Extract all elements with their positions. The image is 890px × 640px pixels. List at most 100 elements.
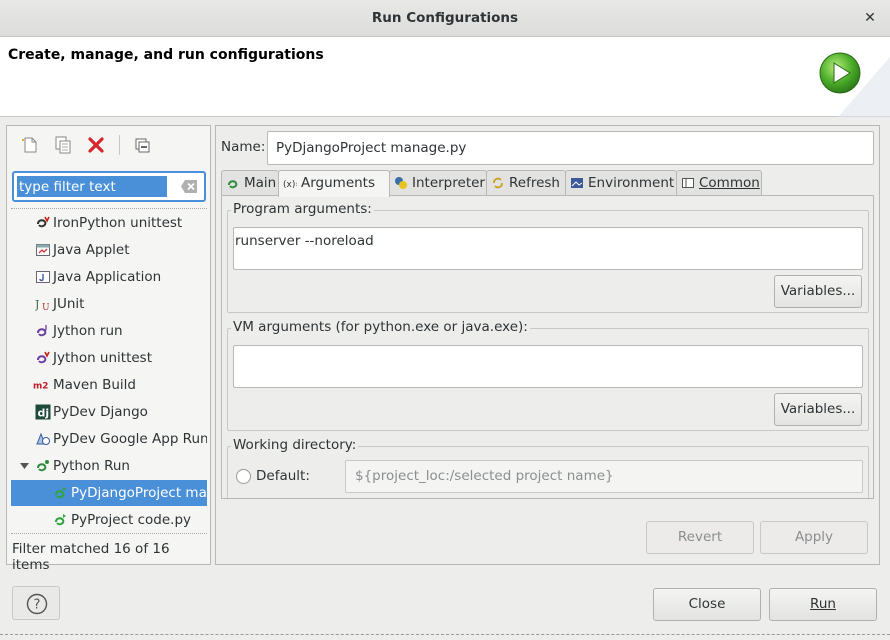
window-titlebar: Run Configurations (0, 0, 890, 37)
svg-text:U: U (42, 303, 50, 312)
program-arguments-group: Program arguments: runserver --noreload … (227, 201, 869, 313)
tree-item-label: IronPython unittest (53, 215, 183, 231)
arguments-tab-content: Program arguments: runserver --noreload … (221, 195, 874, 499)
duplicate-icon[interactable] (52, 134, 74, 156)
default-label: Default: (256, 468, 310, 484)
vm-arguments-group: VM arguments (for python.exe or java.exe… (227, 319, 869, 431)
delete-icon[interactable] (85, 134, 107, 156)
tree-item-jython-unittest[interactable]: Jython unittest (11, 345, 207, 371)
filter-status: Filter matched 16 of 16 items (12, 541, 170, 573)
header-banner: Create, manage, and run configurations (0, 37, 890, 117)
tree-item-jython-run[interactable]: Jython run (11, 318, 207, 344)
tab-common[interactable]: Common (676, 170, 762, 196)
tab-label: Arguments (301, 175, 376, 191)
tree-item-python-run[interactable]: Python Run (11, 453, 207, 479)
vm-arguments-title: VM arguments (for python.exe or java.exe… (231, 319, 530, 335)
config-list-panel: IronPython unittest Java Applet Java App… (6, 125, 211, 573)
tree-item-label: Python Run (53, 458, 130, 474)
tab-refresh[interactable]: Refresh (486, 170, 566, 196)
tree-item-label: PyProject code.py (71, 512, 192, 528)
arguments-tab-icon: (x)= (283, 180, 297, 190)
run-button[interactable]: Run (769, 588, 877, 621)
tab-label: Interpreter (412, 175, 485, 191)
tree-item-java-application[interactable]: Java Application (11, 264, 207, 290)
working-directory-group: Working directory: Default: ${project_lo… (227, 437, 869, 498)
svg-text:?: ? (34, 598, 41, 613)
tree-item-pyproject[interactable]: PyProject code.py (11, 507, 207, 533)
svg-text:dj: dj (38, 407, 50, 420)
tree-item-junit[interactable]: J U JUnit (11, 291, 207, 317)
name-label: Name: (221, 139, 266, 155)
vm-arguments-textarea[interactable] (233, 345, 863, 388)
tree-item-label: Java Application (53, 269, 162, 285)
refresh-tab-icon (493, 177, 503, 189)
google-app-icon (36, 432, 50, 445)
python-run-icon (37, 460, 49, 472)
header-title: Create, manage, and run configurations (8, 47, 324, 63)
tree-item-maven-build[interactable]: m2 Maven Build (11, 372, 207, 398)
tab-environment[interactable]: Environment (565, 170, 677, 196)
tree-item-label: Maven Build (53, 377, 136, 393)
chevron-down-icon[interactable] (19, 458, 30, 474)
window-bottom-edge (0, 634, 890, 635)
run-icon (819, 52, 861, 94)
apply-button[interactable]: Apply (760, 521, 868, 554)
working-directory-title: Working directory: (231, 437, 359, 453)
tree-item-label: Java Applet (53, 242, 130, 258)
tree-item-java-applet[interactable]: Java Applet (11, 237, 207, 263)
tree-item-label: PyDev Django (53, 404, 148, 420)
tree-item-pydev-django[interactable]: dj PyDev Django (11, 399, 207, 425)
default-radio[interactable] (236, 469, 251, 484)
config-name-input[interactable] (267, 131, 874, 165)
clear-filter-icon[interactable] (180, 179, 198, 194)
ironpython-unittest-icon (37, 216, 50, 228)
window-title: Run Configurations (371, 10, 519, 26)
program-arguments-title: Program arguments: (231, 201, 374, 217)
run-button-label: Run (810, 596, 836, 612)
config-tree: IronPython unittest Java Applet Java App… (11, 208, 207, 534)
new-config-icon[interactable] (19, 134, 41, 156)
django-icon: dj (35, 404, 51, 420)
maven-icon: m2 (33, 382, 48, 392)
vm-variables-button[interactable]: Variables... (774, 393, 862, 426)
collapse-all-icon[interactable] (131, 134, 153, 156)
tab-interpreter[interactable]: Interpreter (389, 170, 487, 196)
python-config-icon (55, 514, 66, 526)
common-tab-icon (682, 178, 694, 188)
python-config-icon (55, 487, 66, 499)
config-editor-panel: Name: Main (x)= Arguments Interpreter Re… (215, 125, 880, 565)
tree-item-pydjangoproject[interactable]: PyDjangoProject manage.py (11, 480, 207, 506)
close-button[interactable]: Close (653, 588, 761, 621)
interpreter-tab-icon (395, 177, 407, 189)
tree-item-label: JUnit (53, 296, 85, 312)
close-window-icon[interactable]: ✕ (860, 0, 880, 37)
filter-field[interactable] (12, 171, 206, 202)
tab-label: Common (699, 175, 760, 191)
tree-item-label: Jython unittest (53, 350, 153, 366)
tab-main[interactable]: Main (221, 170, 279, 196)
tab-arguments[interactable]: (x)= Arguments (278, 170, 390, 197)
environment-tab-icon (571, 178, 583, 188)
program-variables-button[interactable]: Variables... (774, 275, 862, 308)
help-button[interactable]: ? (12, 586, 60, 620)
junit-icon: J U (35, 298, 50, 312)
tree-item-label: PyDev Google App Run (53, 431, 207, 447)
tree-item-ironpython-unittest[interactable]: IronPython unittest (11, 210, 207, 236)
svg-text:(x)=: (x)= (283, 180, 297, 190)
help-icon: ? (26, 593, 48, 615)
filter-input[interactable] (17, 176, 167, 197)
tab-label: Main (244, 175, 277, 191)
svg-text:J: J (35, 298, 39, 311)
program-arguments-textarea[interactable]: runserver --noreload (233, 227, 863, 270)
toolbar-separator (119, 135, 120, 155)
tree-item-label: Jython run (53, 323, 123, 339)
revert-button[interactable]: Revert (646, 521, 754, 554)
main-tab-icon (228, 180, 238, 189)
tab-label: Refresh (509, 175, 560, 191)
jython-run-icon (37, 325, 47, 337)
svg-text:m2: m2 (33, 382, 48, 392)
tree-item-google-app-run[interactable]: PyDev Google App Run (11, 426, 207, 452)
tree-item-label: PyDjangoProject manage.py (71, 485, 207, 501)
java-applet-icon (36, 244, 50, 256)
java-application-icon (36, 271, 50, 283)
